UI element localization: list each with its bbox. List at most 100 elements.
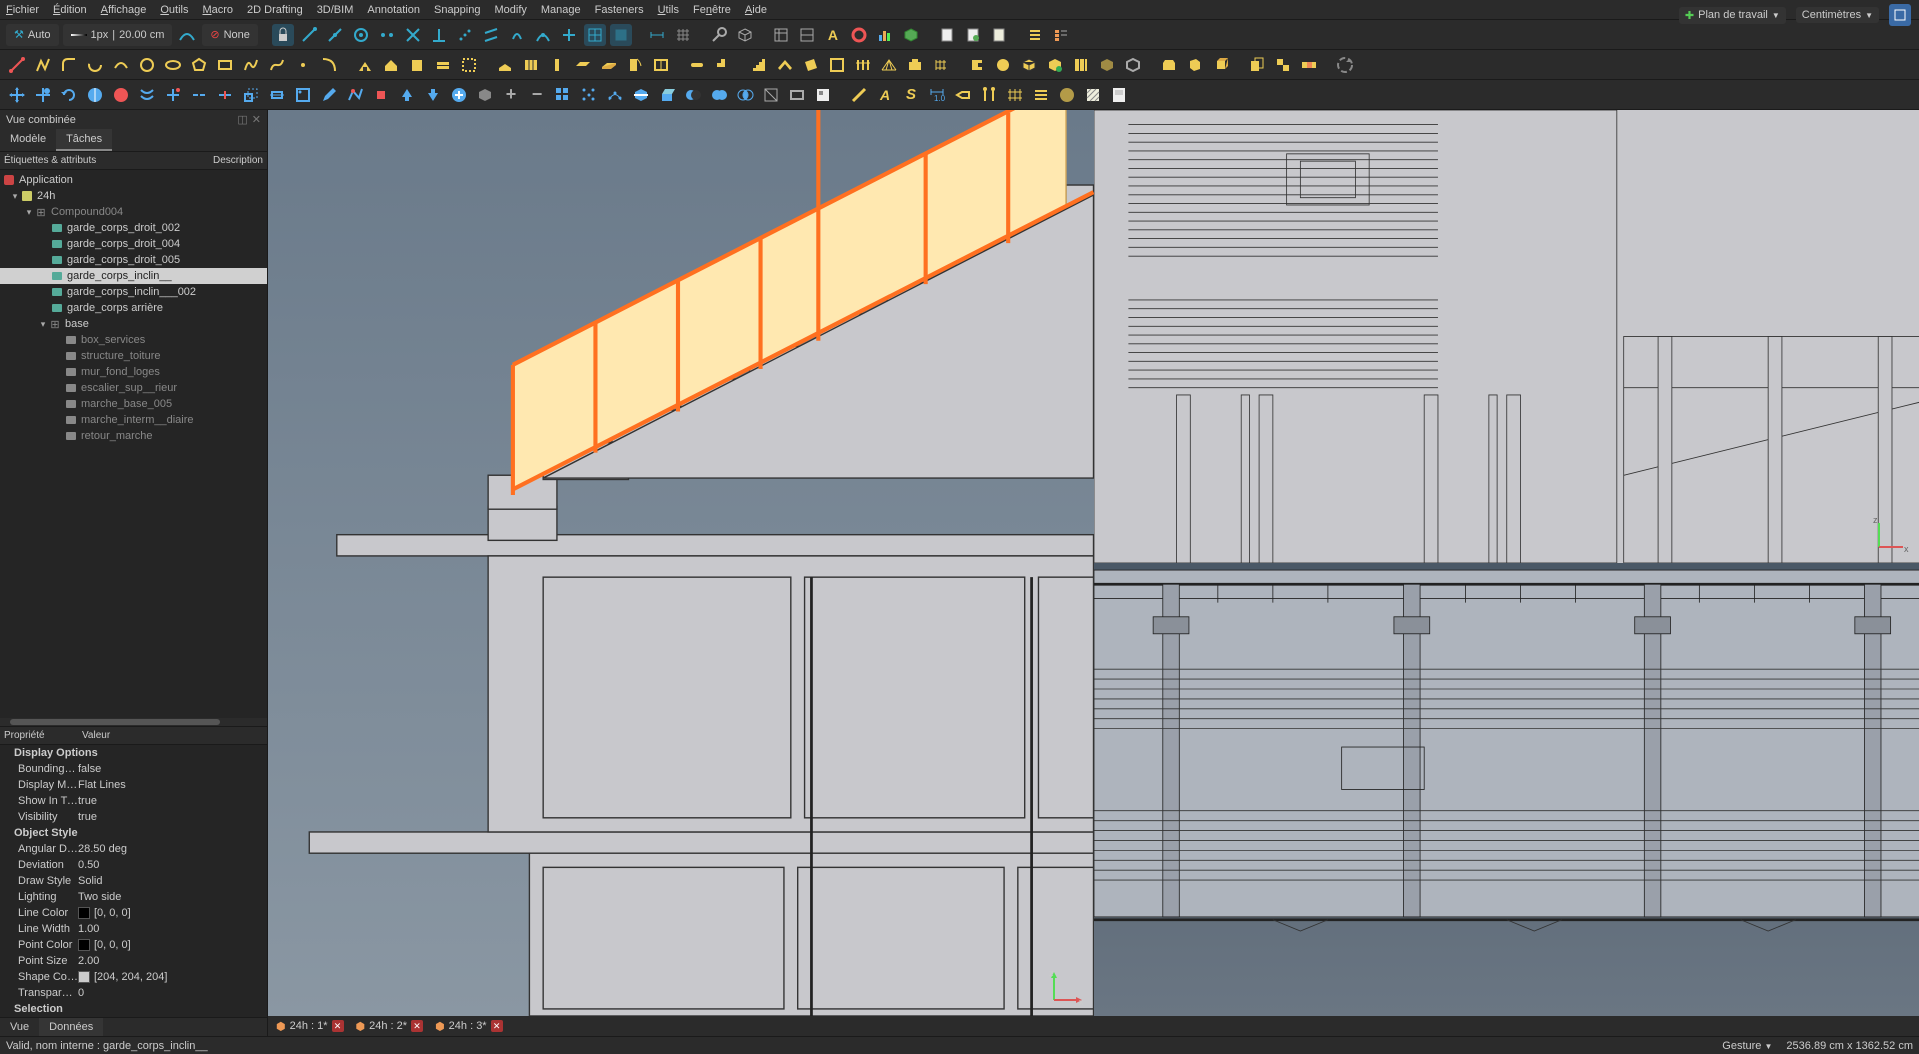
rotate-icon[interactable]: [58, 84, 80, 106]
snap-ortho-icon[interactable]: [558, 24, 580, 46]
up-icon[interactable]: [396, 84, 418, 106]
menu-fenetre[interactable]: Fenêtre: [693, 4, 731, 16]
line-style-button[interactable]: 1px | 20.00 cm: [63, 24, 173, 46]
add-icon[interactable]: [448, 84, 470, 106]
snap-endpoint-icon[interactable]: [298, 24, 320, 46]
snap-special-icon[interactable]: [506, 24, 528, 46]
menu-affichage[interactable]: Affichage: [101, 4, 147, 16]
array-polar-icon[interactable]: [578, 84, 600, 106]
box-icon[interactable]: [1018, 54, 1040, 76]
close-icon[interactable]: ✕: [491, 1020, 503, 1032]
prop-lighting[interactable]: LightingTwo side: [0, 889, 267, 905]
menu-3d-bim[interactable]: 3D/BIM: [317, 4, 354, 16]
cut-plane-icon[interactable]: [630, 84, 652, 106]
snap-dims-icon[interactable]: [646, 24, 668, 46]
remove-icon[interactable]: [474, 84, 496, 106]
tree-item[interactable]: escalier_sup__rieur: [0, 380, 267, 396]
snap-grid-icon[interactable]: [584, 24, 606, 46]
box2-icon[interactable]: [1158, 54, 1180, 76]
tree-base[interactable]: ▾⊞base: [0, 316, 267, 332]
mirror-icon[interactable]: [84, 84, 106, 106]
snap-midpoint-icon[interactable]: [324, 24, 346, 46]
drawing-icon[interactable]: [812, 84, 834, 106]
construction-mode-button[interactable]: ⚒ Auto: [6, 24, 59, 46]
prop-point-color[interactable]: Point Color[0, 0, 0]: [0, 937, 267, 953]
prop-bounding-box[interactable]: Bounding B...false: [0, 761, 267, 777]
line-icon[interactable]: [6, 54, 28, 76]
preferences-icon[interactable]: [708, 24, 730, 46]
array-icon[interactable]: [552, 84, 574, 106]
draft2sketch-icon[interactable]: [292, 84, 314, 106]
section-icon[interactable]: [760, 84, 782, 106]
curve-icon[interactable]: [176, 24, 198, 46]
tree-item[interactable]: garde_corps arrière: [0, 300, 267, 316]
diff-icon[interactable]: [682, 84, 704, 106]
tree-item[interactable]: structure_toiture: [0, 348, 267, 364]
menu-manage[interactable]: Manage: [541, 4, 581, 16]
subelement-icon[interactable]: [344, 84, 366, 106]
pipe-connector-icon[interactable]: [712, 54, 734, 76]
profile-icon[interactable]: [966, 54, 988, 76]
text-icon[interactable]: A: [822, 24, 844, 46]
close-icon[interactable]: ✕: [411, 1020, 423, 1032]
truss-icon[interactable]: [878, 54, 900, 76]
toggle-grid-icon[interactable]: [672, 24, 694, 46]
snap-perpendicular-icon[interactable]: [428, 24, 450, 46]
box3-icon[interactable]: [1184, 54, 1206, 76]
minus-icon-tool[interactable]: −: [526, 84, 548, 106]
clone3-icon[interactable]: [1298, 54, 1320, 76]
prop-line-color[interactable]: Line Color[0, 0, 0]: [0, 905, 267, 921]
trim-icon[interactable]: [162, 84, 184, 106]
prop-point-size[interactable]: Point Size2.00: [0, 953, 267, 969]
project-icon[interactable]: [354, 54, 376, 76]
model-tree[interactable]: Application ▾24h ▾⊞Compound004 garde_cor…: [0, 170, 267, 718]
box4-icon[interactable]: [1210, 54, 1232, 76]
clone2-icon[interactable]: [1272, 54, 1294, 76]
hatch-icon[interactable]: [1082, 84, 1104, 106]
offset-icon[interactable]: [136, 84, 158, 106]
list-icon[interactable]: [1024, 24, 1046, 46]
tree-item[interactable]: marche_base_005: [0, 396, 267, 412]
tree-item[interactable]: garde_corps_inclin___002: [0, 284, 267, 300]
tree-compound[interactable]: ▾⊞Compound004: [0, 204, 267, 220]
viewport-1[interactable]: zx: [268, 110, 1094, 1016]
snap-extension-icon[interactable]: [454, 24, 476, 46]
tree-item[interactable]: garde_corps_droit_002: [0, 220, 267, 236]
menu-annotation[interactable]: Annotation: [367, 4, 420, 16]
snap-wp-icon[interactable]: [610, 24, 632, 46]
tree-item-selected[interactable]: garde_corps_inclin__: [0, 268, 267, 284]
sheet2-icon[interactable]: [796, 24, 818, 46]
units-dropdown[interactable]: Centimètres ▼: [1796, 7, 1879, 23]
list2-icon[interactable]: [1050, 24, 1072, 46]
fence-icon[interactable]: [852, 54, 874, 76]
tab-donnees[interactable]: Données: [39, 1018, 103, 1036]
curve-icon-2[interactable]: [318, 54, 340, 76]
shape-string-icon[interactable]: S: [900, 84, 922, 106]
snap-center-icon[interactable]: [350, 24, 372, 46]
doc-icon[interactable]: [936, 24, 958, 46]
point-icon[interactable]: [292, 54, 314, 76]
expand-icon[interactable]: [1889, 4, 1911, 26]
circle-icon[interactable]: [136, 54, 158, 76]
rectangle-icon[interactable]: [214, 54, 236, 76]
pipe-icon[interactable]: [686, 54, 708, 76]
axis-icon-tool[interactable]: [978, 84, 1000, 106]
edit-icon[interactable]: [318, 84, 340, 106]
down-icon[interactable]: [422, 84, 444, 106]
prop-visibility[interactable]: Visibilitytrue: [0, 809, 267, 825]
door-icon[interactable]: [624, 54, 646, 76]
arc3pt-icon[interactable]: [110, 54, 132, 76]
material-icon[interactable]: [992, 54, 1014, 76]
cube-icon[interactable]: [900, 24, 922, 46]
menu-fichier[interactable]: Fichier: [6, 4, 39, 16]
space-icon[interactable]: [458, 54, 480, 76]
frame-icon[interactable]: [826, 54, 848, 76]
rotation-icon[interactable]: [1334, 54, 1356, 76]
detach-icon[interactable]: ◫: [237, 113, 247, 126]
tree-item[interactable]: garde_corps_droit_005: [0, 252, 267, 268]
snap-intersection-icon[interactable]: [402, 24, 424, 46]
plus-icon-tool[interactable]: +: [500, 84, 522, 106]
viewport-tab-1[interactable]: ⬢24h : 1*✕: [274, 1018, 346, 1035]
dim-icon[interactable]: 1.0: [926, 84, 948, 106]
section-plane-icon[interactable]: [1056, 84, 1078, 106]
